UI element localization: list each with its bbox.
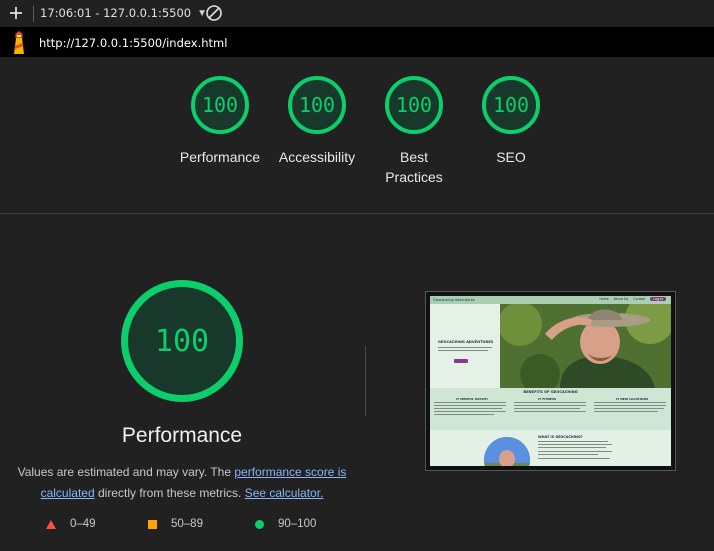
gauge-label: Performance xyxy=(179,149,261,165)
text-line xyxy=(538,447,606,448)
gauge-label: Accessibility xyxy=(278,149,356,165)
score-ring: 100 xyxy=(482,76,540,134)
preview-what-title: WHAT IS GEOCACHING? xyxy=(538,435,583,439)
vertical-divider xyxy=(365,346,366,416)
text-line xyxy=(594,405,666,406)
text-line xyxy=(434,408,502,409)
preview-benefit-title: IT FITNESS xyxy=(538,397,557,401)
text-line xyxy=(434,402,506,403)
score-ring: 100 xyxy=(288,76,346,134)
gauge-accessibility[interactable]: 100 Accessibility xyxy=(272,76,362,167)
text-line xyxy=(594,402,666,403)
devtools-toolbar: 17:06:01 - 127.0.0.1:5500 ▼ xyxy=(0,0,714,27)
block-icon[interactable] xyxy=(205,4,223,22)
preview-benefits-title: BENEFITS OF GEOCACHING xyxy=(523,390,578,394)
gauge-performance[interactable]: 100 Performance xyxy=(175,76,265,167)
score-value: 100 xyxy=(395,93,433,117)
preview-hero-image xyxy=(500,304,671,388)
toolbar-divider xyxy=(33,6,34,22)
final-screenshot-thumbnail[interactable]: Geocaching Adventures Home About Us Cont… xyxy=(425,291,676,471)
preview-nav-item: Contact xyxy=(633,297,646,301)
score-value: 100 xyxy=(492,93,530,117)
report-label: 17:06:01 - 127.0.0.1:5500 xyxy=(40,6,192,20)
score-value: 100 xyxy=(201,93,239,117)
legend-average: 50–89 xyxy=(148,518,203,530)
legend-pass-range: 90–100 xyxy=(278,518,317,530)
text-line xyxy=(434,414,494,415)
preview-hero-title: GEOCACHING ADVENTURES xyxy=(438,340,494,344)
text-line xyxy=(538,451,612,452)
preview-navbar: Geocaching Adventures Home About Us Cont… xyxy=(430,296,671,304)
performance-score: 100 xyxy=(154,323,210,359)
preview-nav-item: Home xyxy=(599,297,609,301)
score-value: 100 xyxy=(298,93,336,117)
preview-benefits-section: BENEFITS OF GEOCACHING IT MENTAL HEALTH … xyxy=(430,388,671,430)
preview-hero-button xyxy=(454,359,468,363)
gauge-seo[interactable]: 100 SEO xyxy=(466,76,556,167)
lighthouse-icon xyxy=(10,31,28,55)
performance-score-ring: 100 xyxy=(121,280,243,402)
report-selector[interactable]: 17:06:01 - 127.0.0.1:5500 ▼ xyxy=(40,6,207,20)
text-line xyxy=(514,405,586,406)
preview-brand: Geocaching Adventures xyxy=(433,298,475,302)
preview-nav-item: About Us xyxy=(613,297,629,301)
text-line xyxy=(514,408,580,409)
gauge-best-practices[interactable]: 100 Best Practices xyxy=(369,76,459,187)
score-ring: 100 xyxy=(385,76,443,134)
see-calculator-link[interactable]: See calculator. xyxy=(245,486,324,500)
score-legend: 0–49 50–89 90–100 xyxy=(0,518,364,534)
text-line xyxy=(514,402,586,403)
text-line xyxy=(434,411,506,412)
text-line xyxy=(538,441,608,442)
desc-middle: directly from these metrics. xyxy=(94,486,245,500)
preview-avatar xyxy=(484,437,530,466)
square-icon xyxy=(148,519,157,529)
legend-fail-range: 0–49 xyxy=(70,518,96,530)
text-line xyxy=(434,405,506,406)
preview-nav-links: Home About Us Contact Log In xyxy=(599,297,666,301)
category-gauges: 100 Performance 100 Accessibility 100 Be… xyxy=(0,57,714,213)
gauge-label: Best Practices xyxy=(385,149,443,185)
legend-fail: 0–49 xyxy=(46,518,96,530)
gauge-label: SEO xyxy=(496,149,526,165)
text-line xyxy=(438,350,488,351)
plus-icon[interactable] xyxy=(8,3,24,23)
page-preview: Geocaching Adventures Home About Us Cont… xyxy=(430,296,671,466)
text-line xyxy=(514,411,586,412)
text-line xyxy=(594,408,664,409)
legend-average-range: 50–89 xyxy=(171,518,203,530)
preview-benefit-title: IT MENTAL HEALTH xyxy=(456,397,488,401)
text-line xyxy=(538,458,610,459)
performance-title: Performance xyxy=(121,424,243,447)
score-ring: 100 xyxy=(191,76,249,134)
section-divider xyxy=(0,213,714,214)
report-url[interactable]: http://127.0.0.1:5500/index.html xyxy=(39,36,227,50)
preview-login-button: Log In xyxy=(650,297,666,301)
preview-hero-text: GEOCACHING ADVENTURES xyxy=(430,304,500,388)
desc-prefix: Values are estimated and may vary. The xyxy=(17,465,235,479)
text-line xyxy=(538,444,612,445)
text-line xyxy=(538,454,598,455)
preview-benefit-title: IT NEW LOCATIONS xyxy=(616,397,649,401)
triangle-icon xyxy=(46,519,56,529)
preview-what-section: WHAT IS GEOCACHING? xyxy=(430,430,671,466)
text-line xyxy=(594,411,658,412)
text-line xyxy=(438,347,492,348)
legend-pass: 90–100 xyxy=(255,518,316,530)
performance-description: Values are estimated and may vary. The p… xyxy=(17,462,347,504)
circle-icon xyxy=(255,519,264,529)
